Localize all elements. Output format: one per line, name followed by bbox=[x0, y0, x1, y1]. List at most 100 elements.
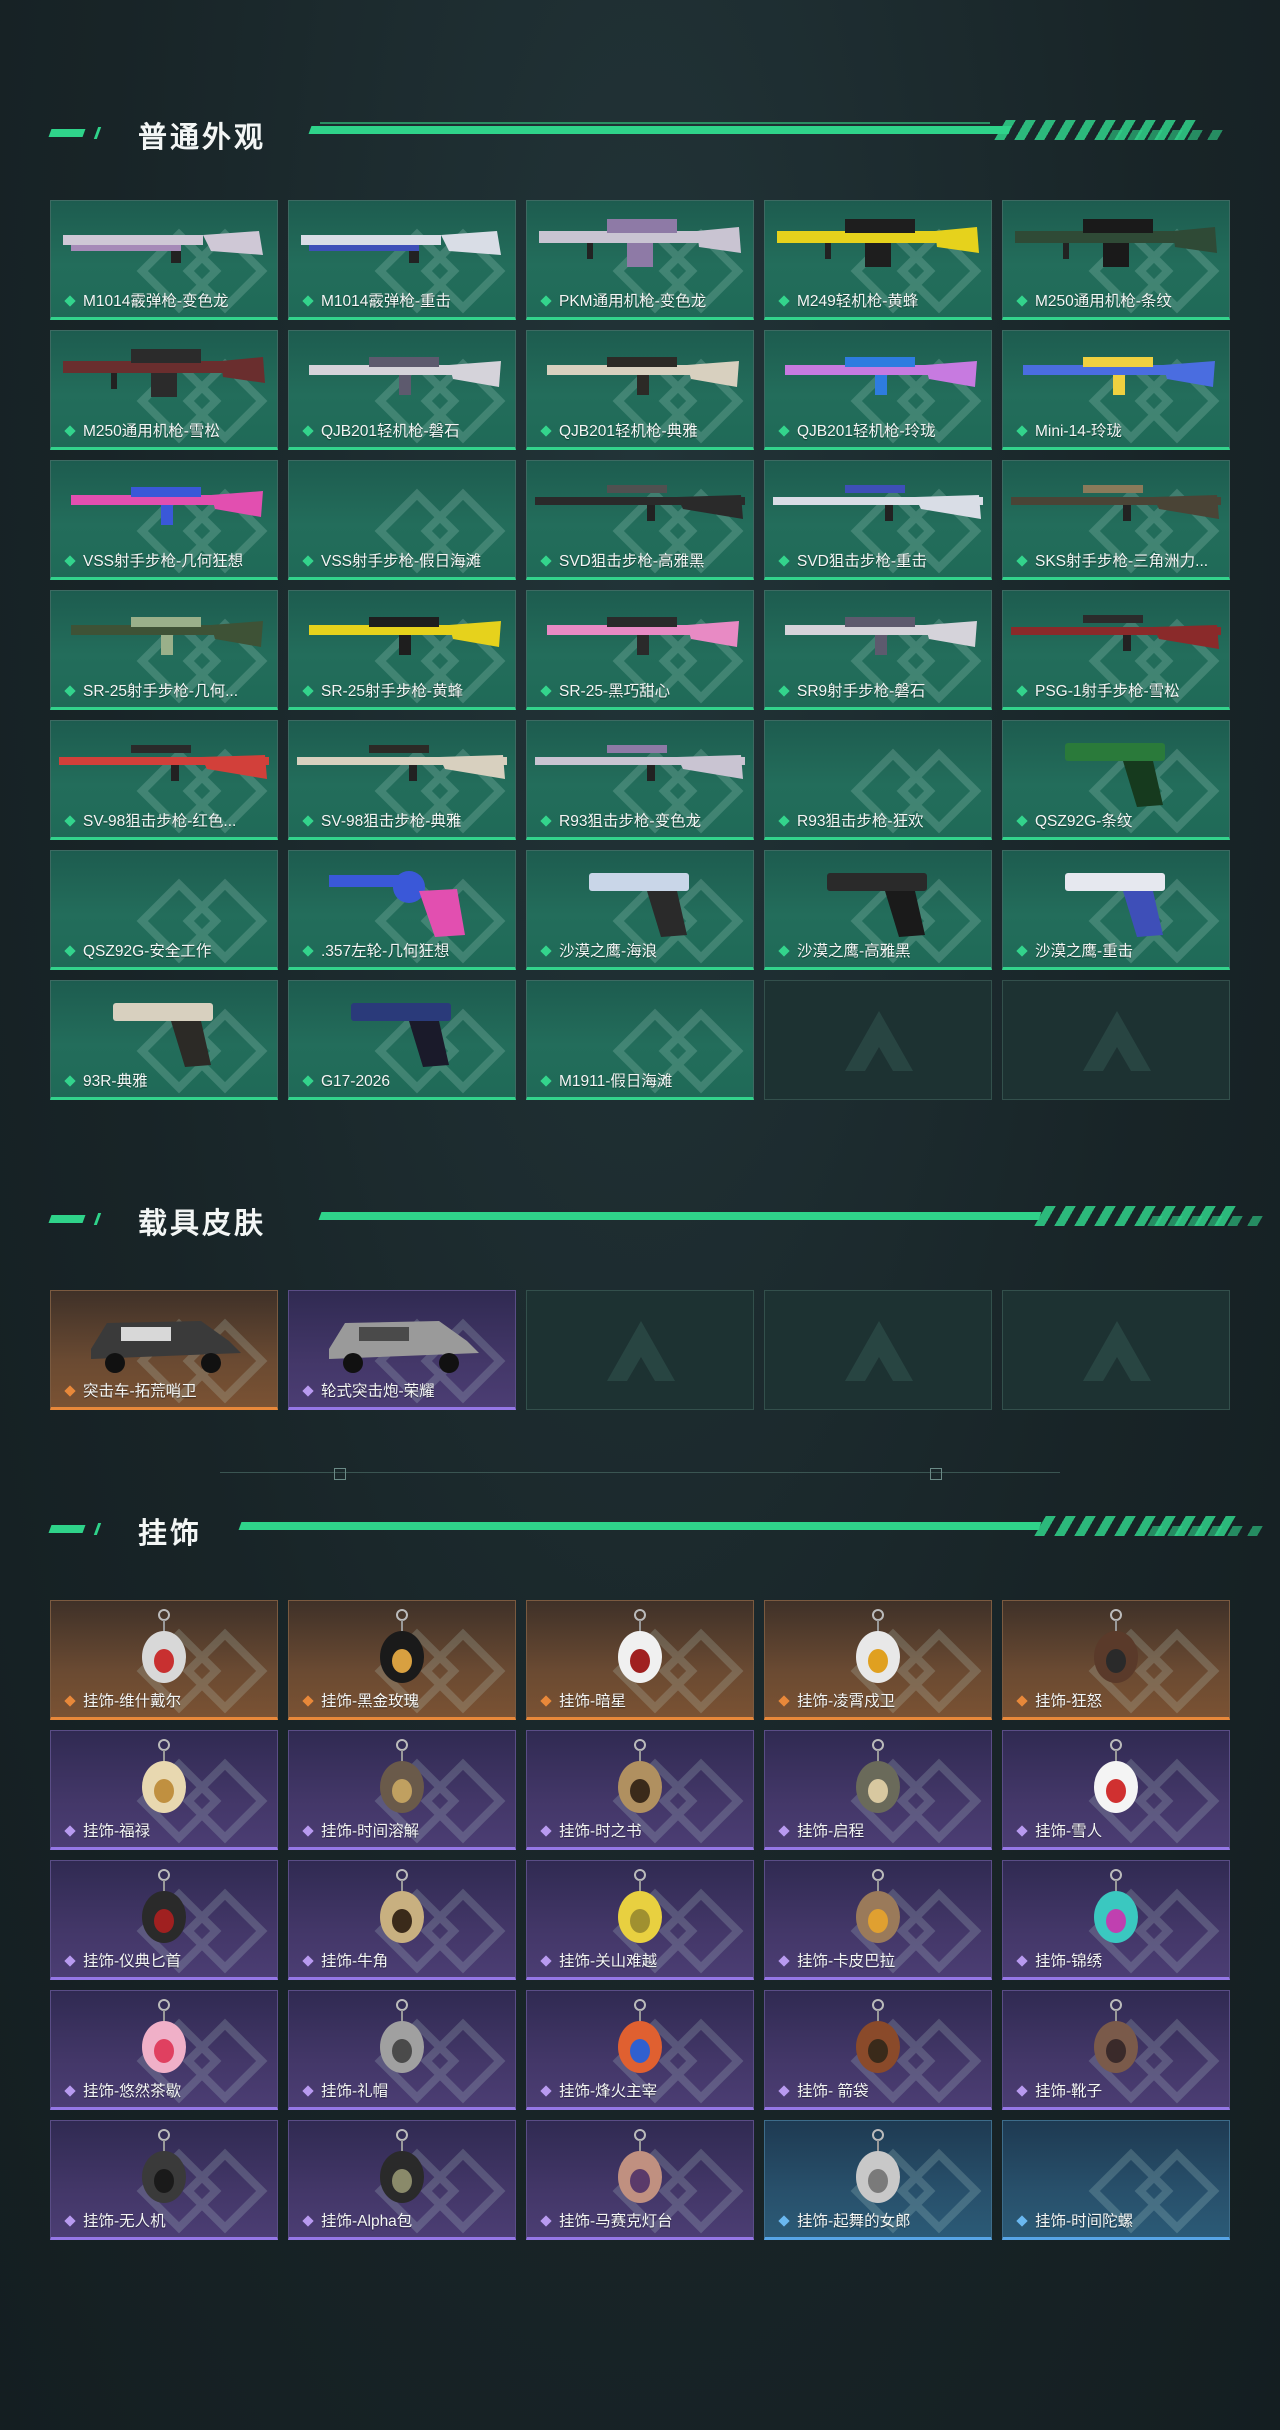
skin-card[interactable]: QSZ92G-安全工作 bbox=[50, 850, 278, 970]
item-image bbox=[1011, 615, 1221, 651]
skin-grid-vehicle: 突击车-拓荒哨卫 轮式突击炮-荣耀 bbox=[50, 1290, 1230, 1410]
skin-card[interactable]: SVD狙击步枪-重击 bbox=[764, 460, 992, 580]
skin-card[interactable]: 挂饰-雪人 bbox=[1002, 1730, 1230, 1850]
header-line bbox=[308, 126, 1012, 134]
skin-card[interactable]: .357左轮-几何狂想 bbox=[288, 850, 516, 970]
skin-card[interactable]: 挂饰-锦绣 bbox=[1002, 1860, 1230, 1980]
section-title: 载具皮肤 bbox=[138, 1208, 267, 1240]
skin-card[interactable]: 挂饰-悠然茶歇 bbox=[50, 1990, 278, 2110]
rarity-diamond-icon bbox=[64, 2085, 76, 2097]
skin-card[interactable]: M250通用机枪-条纹 bbox=[1002, 200, 1230, 320]
skin-name-label: 挂饰-凌霄戍卫 bbox=[797, 1693, 896, 1710]
skin-card[interactable]: M250通用机枪-雪松 bbox=[50, 330, 278, 450]
item-image bbox=[827, 873, 927, 937]
item-image bbox=[856, 1739, 900, 1813]
skin-card[interactable]: 挂饰-仪典匕首 bbox=[50, 1860, 278, 1980]
skin-card[interactable]: SR-25射手步枪-黄蜂 bbox=[288, 590, 516, 710]
item-image bbox=[535, 745, 745, 781]
skin-name-label: SV-98狙击步枪-红色... bbox=[83, 813, 237, 830]
rarity-diamond-icon bbox=[64, 1825, 76, 1837]
skin-card[interactable]: 挂饰-时之书 bbox=[526, 1730, 754, 1850]
skin-card[interactable]: 挂饰-起舞的女郎 bbox=[764, 2120, 992, 2240]
skin-card[interactable]: SV-98狙击步枪-红色... bbox=[50, 720, 278, 840]
skin-card[interactable]: 挂饰-维什戴尔 bbox=[50, 1600, 278, 1720]
skin-card[interactable]: VSS射手步枪-假日海滩 bbox=[288, 460, 516, 580]
rarity-diamond-icon bbox=[302, 1955, 314, 1967]
skin-card[interactable]: 挂饰-礼帽 bbox=[288, 1990, 516, 2110]
skin-card[interactable]: SVD狙击步枪-高雅黑 bbox=[526, 460, 754, 580]
skin-card[interactable]: SR-25-黑巧甜心 bbox=[526, 590, 754, 710]
skin-card[interactable]: M249轻机枪-黄蜂 bbox=[764, 200, 992, 320]
skin-card[interactable]: 突击车-拓荒哨卫 bbox=[50, 1290, 278, 1410]
skin-card[interactable]: R93狙击步枪-狂欢 bbox=[764, 720, 992, 840]
header-checker bbox=[1097, 130, 1223, 140]
header-accent-tick bbox=[93, 1523, 102, 1535]
skin-card[interactable]: M1014霰弹枪-重击 bbox=[288, 200, 516, 320]
skin-card[interactable]: PSG-1射手步枪-雪松 bbox=[1002, 590, 1230, 710]
empty-slot bbox=[764, 980, 992, 1100]
skin-card[interactable]: 挂饰-卡皮巴拉 bbox=[764, 1860, 992, 1980]
skin-card[interactable]: 沙漠之鹰-海浪 bbox=[526, 850, 754, 970]
skin-card[interactable]: 轮式突击炮-荣耀 bbox=[288, 1290, 516, 1410]
rarity-diamond-icon bbox=[64, 1955, 76, 1967]
skin-card[interactable]: 挂饰-凌霄戍卫 bbox=[764, 1600, 992, 1720]
skin-card[interactable]: 沙漠之鹰-高雅黑 bbox=[764, 850, 992, 970]
skin-card[interactable]: 挂饰-时间溶解 bbox=[288, 1730, 516, 1850]
skin-card[interactable]: 沙漠之鹰-重击 bbox=[1002, 850, 1230, 970]
skin-card[interactable]: PKM通用机枪-变色龙 bbox=[526, 200, 754, 320]
skin-card[interactable]: 93R-典雅 bbox=[50, 980, 278, 1100]
skin-card[interactable]: 挂饰-关山难越 bbox=[526, 1860, 754, 1980]
skin-card[interactable]: SKS射手步枪-三角洲力... bbox=[1002, 460, 1230, 580]
skin-card[interactable]: 挂饰-启程 bbox=[764, 1730, 992, 1850]
skin-card[interactable]: Mini-14-玲珑 bbox=[1002, 330, 1230, 450]
skin-card[interactable]: SR-25射手步枪-几何... bbox=[50, 590, 278, 710]
skin-card[interactable]: 挂饰-福禄 bbox=[50, 1730, 278, 1850]
hud-square bbox=[930, 1468, 942, 1480]
rarity-diamond-icon bbox=[1016, 685, 1028, 697]
skin-card[interactable]: M1911-假日海滩 bbox=[526, 980, 754, 1100]
skin-card[interactable]: 挂饰-靴子 bbox=[1002, 1990, 1230, 2110]
skin-card[interactable]: SV-98狙击步枪-典雅 bbox=[288, 720, 516, 840]
skin-card[interactable]: 挂饰-黑金玫瑰 bbox=[288, 1600, 516, 1720]
rarity-diamond-icon bbox=[1016, 1695, 1028, 1707]
header-accent-bar bbox=[48, 1215, 86, 1223]
skin-card[interactable]: QJB201轻机枪-典雅 bbox=[526, 330, 754, 450]
skin-card[interactable]: 挂饰-时间陀螺 bbox=[1002, 2120, 1230, 2240]
skin-card[interactable]: 挂饰-暗星 bbox=[526, 1600, 754, 1720]
rarity-diamond-icon bbox=[1016, 295, 1028, 307]
skin-card[interactable]: 挂饰-烽火主宰 bbox=[526, 1990, 754, 2110]
skin-name-label: 挂饰-黑金玫瑰 bbox=[321, 1693, 420, 1710]
item-image bbox=[539, 219, 741, 267]
skin-card[interactable]: QJB201轻机枪-玲珑 bbox=[764, 330, 992, 450]
skin-name-label: 挂饰-暗星 bbox=[559, 1693, 627, 1710]
item-image bbox=[1011, 485, 1221, 521]
rarity-diamond-icon bbox=[540, 1825, 552, 1837]
section-title: 普通外观 bbox=[138, 122, 267, 154]
item-image bbox=[547, 617, 739, 655]
item-image bbox=[856, 1869, 900, 1943]
skin-card[interactable]: 挂饰-牛角 bbox=[288, 1860, 516, 1980]
item-image bbox=[547, 357, 739, 395]
skin-card[interactable]: QSZ92G-条纹 bbox=[1002, 720, 1230, 840]
skin-card[interactable]: 挂饰-马赛克灯台 bbox=[526, 2120, 754, 2240]
skin-name-label: 挂饰-关山难越 bbox=[559, 1953, 658, 1970]
skin-card[interactable]: R93狙击步枪-变色龙 bbox=[526, 720, 754, 840]
rarity-diamond-icon bbox=[778, 815, 790, 827]
skin-name-label: 挂饰-卡皮巴拉 bbox=[797, 1953, 896, 1970]
skin-name-label: 挂饰-礼帽 bbox=[321, 2083, 389, 2100]
skin-name-label: 挂饰-悠然茶歇 bbox=[83, 2083, 182, 2100]
skin-card[interactable]: SR9射手步枪-磐石 bbox=[764, 590, 992, 710]
skin-card[interactable]: M1014霰弹枪-变色龙 bbox=[50, 200, 278, 320]
skin-card[interactable]: 挂饰- 箭袋 bbox=[764, 1990, 992, 2110]
skin-name-label: 轮式突击炮-荣耀 bbox=[321, 1383, 435, 1400]
item-image bbox=[785, 357, 977, 395]
item-image bbox=[351, 1003, 451, 1067]
skin-name-label: 挂饰-启程 bbox=[797, 1823, 865, 1840]
rarity-diamond-icon bbox=[778, 1825, 790, 1837]
skin-card[interactable]: VSS射手步枪-几何狂想 bbox=[50, 460, 278, 580]
skin-card[interactable]: 挂饰-无人机 bbox=[50, 2120, 278, 2240]
skin-card[interactable]: 挂饰-狂怒 bbox=[1002, 1600, 1230, 1720]
skin-card[interactable]: G17-2026 bbox=[288, 980, 516, 1100]
skin-card[interactable]: QJB201轻机枪-磐石 bbox=[288, 330, 516, 450]
skin-card[interactable]: 挂饰-Alpha包 bbox=[288, 2120, 516, 2240]
